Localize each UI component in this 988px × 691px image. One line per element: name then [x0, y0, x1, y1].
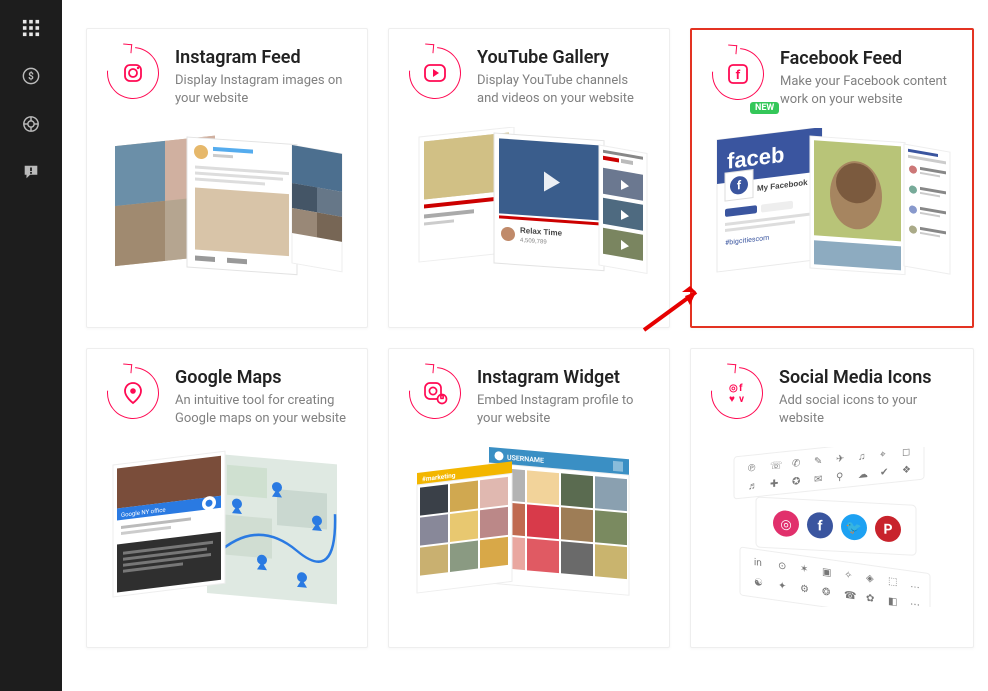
card-preview: faceb f My Facebook #bigcitiescom — [712, 123, 952, 293]
svg-text:✚: ✚ — [770, 479, 778, 491]
svg-text:❂: ❂ — [822, 587, 830, 599]
card-desc: Display YouTube channels and videos on y… — [477, 72, 649, 108]
card-desc: Display Instagram images on your website — [175, 72, 347, 108]
svg-text:f: f — [739, 383, 743, 394]
card-desc: Add social icons to your website — [779, 392, 953, 428]
svg-text:◈: ◈ — [866, 573, 874, 585]
card-desc: Embed Instagram profile to your website — [477, 392, 649, 428]
card-facebook-feed[interactable]: f NEW Facebook Feed Make your Facebook c… — [690, 28, 974, 328]
facebook-icon: f NEW — [712, 48, 764, 100]
card-desc: An intuitive tool for creating Google ma… — [175, 392, 347, 428]
svg-text:℗: ℗ — [748, 463, 755, 475]
sidebar: $ — [0, 0, 62, 691]
apps-icon[interactable] — [21, 18, 41, 38]
card-title: Instagram Feed — [175, 47, 347, 68]
main-content: Instagram Feed Display Instagram images … — [62, 0, 988, 691]
instagram-icon — [107, 47, 159, 99]
card-title: Social Media Icons — [779, 367, 953, 388]
svg-text:☎: ☎ — [844, 590, 856, 603]
svg-text:◧: ◧ — [888, 596, 897, 607]
svg-text:✔: ✔ — [880, 467, 888, 479]
svg-text:✶: ✶ — [800, 564, 808, 576]
svg-text:☏: ☏ — [770, 460, 782, 472]
card-instagram-widget[interactable]: Instagram Widget Embed Instagram profile… — [388, 348, 670, 648]
feedback-icon[interactable] — [21, 162, 41, 182]
card-youtube-gallery[interactable]: YouTube Gallery Display YouTube channels… — [388, 28, 670, 328]
youtube-icon — [409, 47, 461, 99]
svg-text:✧: ✧ — [844, 570, 852, 582]
card-preview: Relax Time4,509,789 — [409, 122, 649, 292]
svg-text:🐦: 🐦 — [846, 521, 862, 537]
svg-text:♬: ♬ — [748, 481, 758, 493]
card-preview: Google NY office — [107, 442, 347, 612]
svg-text:✎: ✎ — [814, 456, 822, 468]
svg-text:◻: ◻ — [902, 447, 910, 458]
svg-text:P: P — [883, 522, 892, 538]
dollar-icon[interactable]: $ — [21, 66, 41, 86]
svg-text:⊙: ⊙ — [778, 561, 786, 573]
svg-text:$: $ — [28, 72, 34, 83]
svg-text:❖: ❖ — [902, 465, 911, 477]
card-preview — [107, 122, 347, 292]
card-google-maps[interactable]: Google Maps An intuitive tool for creati… — [86, 348, 368, 648]
app-root: $ Instagram Feed Display Instagram image… — [0, 0, 988, 691]
card-social-media-icons[interactable]: ◎f♥v Social Media Icons Add social icons… — [690, 348, 974, 648]
svg-text:☁: ☁ — [858, 469, 868, 481]
svg-text:✿: ✿ — [866, 593, 874, 605]
svg-text:◎: ◎ — [780, 518, 791, 534]
card-title: Google Maps — [175, 367, 347, 388]
svg-text:▣: ▣ — [822, 567, 831, 579]
card-preview: ℗☏✆✎✈♫⌖◻ ♬✚✪✉⚲☁✔❖ ◎ f 🐦 P — [711, 442, 953, 612]
svg-text:✈: ✈ — [836, 454, 844, 466]
card-desc: Make your Facebook content work on your … — [780, 73, 952, 109]
card-title: Facebook Feed — [780, 48, 952, 69]
svg-text:☯: ☯ — [754, 577, 763, 589]
lifebuoy-icon[interactable] — [21, 114, 41, 134]
svg-text:✪: ✪ — [792, 476, 800, 488]
card-grid: Instagram Feed Display Instagram images … — [86, 28, 964, 648]
card-instagram-feed[interactable]: Instagram Feed Display Instagram images … — [86, 28, 368, 328]
svg-text:◎: ◎ — [729, 383, 738, 394]
svg-text:…: … — [910, 579, 920, 591]
card-title: Instagram Widget — [477, 367, 649, 388]
svg-text:⚲: ⚲ — [836, 472, 843, 484]
card-preview: USERNAME #marketing — [409, 442, 649, 612]
svg-text:f: f — [737, 178, 742, 193]
social-icons-icon: ◎f ♥ v — [711, 367, 763, 419]
svg-text:♥: ♥ — [729, 394, 735, 405]
svg-text:⋯: ⋯ — [910, 599, 920, 607]
svg-text:f: f — [736, 68, 741, 83]
svg-text:⚙: ⚙ — [800, 584, 809, 596]
svg-text:✆: ✆ — [792, 458, 800, 470]
instagram-widget-icon — [409, 367, 461, 419]
new-badge: NEW — [750, 102, 779, 114]
svg-text:✉: ✉ — [814, 474, 822, 486]
svg-text:♫: ♫ — [858, 452, 865, 464]
svg-text:⬚: ⬚ — [888, 576, 897, 588]
maps-icon — [107, 367, 159, 419]
svg-text:in: in — [754, 557, 762, 569]
svg-text:v: v — [739, 394, 744, 405]
svg-text:✦: ✦ — [778, 581, 786, 593]
svg-text:⌖: ⌖ — [880, 449, 886, 461]
card-title: YouTube Gallery — [477, 47, 649, 68]
